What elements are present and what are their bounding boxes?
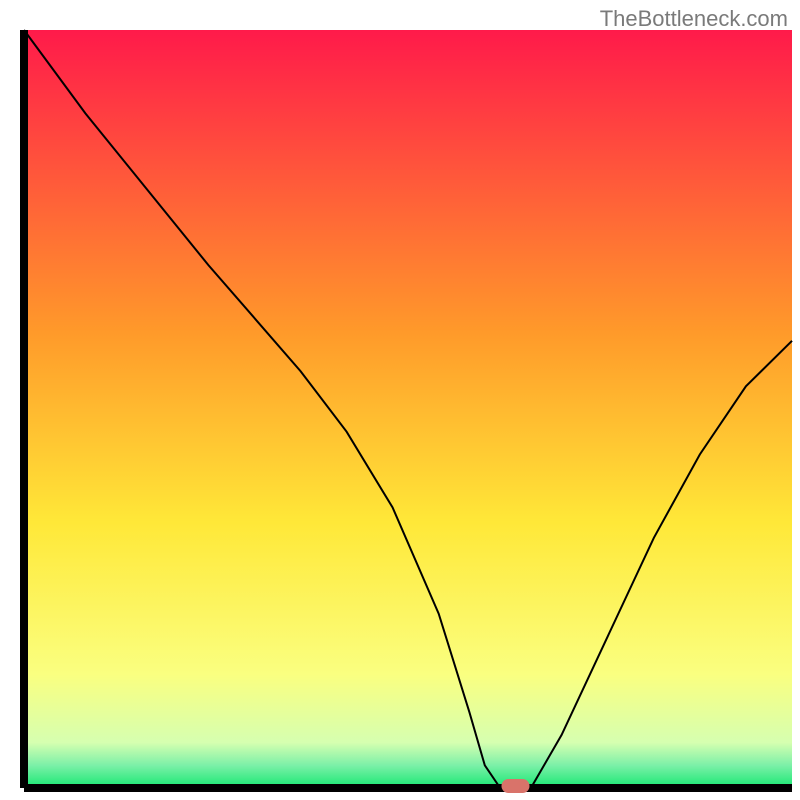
optimal-point-marker [502, 779, 530, 793]
chart-background [24, 30, 792, 788]
bottleneck-chart [0, 0, 800, 800]
watermark-text: TheBottleneck.com [600, 6, 788, 32]
chart-container: TheBottleneck.com [0, 0, 800, 800]
